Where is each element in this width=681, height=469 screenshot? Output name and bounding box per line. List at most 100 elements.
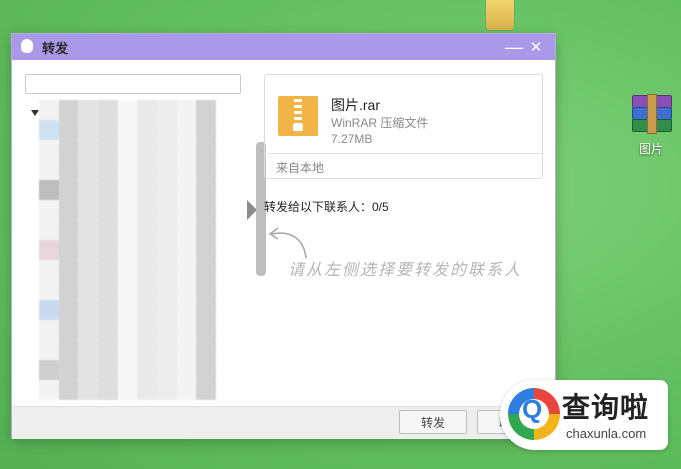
- blurred-contact-tile: [117, 300, 138, 320]
- blurred-contact-tile: [176, 160, 197, 180]
- close-button[interactable]: ✕: [525, 37, 547, 57]
- blurred-contact-tile: [58, 120, 79, 140]
- blurred-contact-tile: [156, 120, 177, 140]
- blurred-contact-tile: [137, 180, 157, 200]
- blurred-contact-tile: [176, 200, 197, 220]
- blurred-contact-tile: [156, 320, 177, 340]
- blurred-contact-tile: [78, 180, 98, 200]
- blurred-contact-tile: [196, 180, 216, 200]
- blurred-contact-tile: [58, 360, 79, 380]
- blurred-contact-tile: [117, 340, 138, 360]
- blurred-contact-tile: [39, 140, 59, 160]
- blurred-contact-tile: [78, 260, 98, 280]
- blurred-contact-tile: [58, 280, 79, 300]
- brand-name: 查询啦: [562, 392, 650, 423]
- blurred-contact-tile: [176, 340, 197, 360]
- blurred-contact-tile: [39, 120, 59, 140]
- blurred-contact-tile: [39, 100, 59, 120]
- blurred-contact-tile: [196, 380, 216, 400]
- blurred-contact-tile: [58, 140, 79, 160]
- blurred-contact-tile: [137, 340, 157, 360]
- blurred-contact-tile: [196, 300, 216, 320]
- blurred-contact-tile: [196, 340, 216, 360]
- blurred-contact-tile: [97, 360, 118, 380]
- blurred-contact-tile: [156, 300, 177, 320]
- blurred-contact-tile: [176, 140, 197, 160]
- blurred-contact-tile: [39, 380, 59, 400]
- blurred-contact-tile: [39, 280, 59, 300]
- blurred-contact-tile: [117, 220, 138, 240]
- blurred-contact-tile: [176, 300, 197, 320]
- blurred-contact-tile: [58, 200, 79, 220]
- logo-letter: Q: [522, 394, 543, 424]
- blurred-contact-tile: [196, 320, 216, 340]
- blurred-contact-tile: [137, 240, 157, 260]
- blurred-contact-tile: [196, 100, 216, 120]
- file-size: 7.27MB: [331, 132, 373, 146]
- winrar-archive-icon: [632, 94, 672, 134]
- blurred-contact-tile: [78, 280, 98, 300]
- forward-button[interactable]: 转发: [399, 410, 467, 434]
- blurred-contact-tile: [156, 100, 177, 120]
- title-bar[interactable]: 转发 — ✕: [12, 34, 555, 60]
- blurred-contact-tile: [156, 280, 177, 300]
- blurred-contact-tile: [39, 340, 59, 360]
- forward-recipient-count: 转发给以下联系人：0/5: [264, 200, 389, 214]
- expand-group-icon[interactable]: [31, 110, 39, 116]
- blurred-contact-tile: [78, 380, 98, 400]
- blurred-contact-tile: [117, 140, 138, 160]
- blurred-contact-tile: [137, 100, 157, 120]
- blurred-contact-tile: [97, 300, 118, 320]
- blurred-contact-tile: [97, 160, 118, 180]
- zip-file-icon: [278, 96, 318, 136]
- blurred-contact-tile: [137, 300, 157, 320]
- file-name: 图片.rar: [331, 97, 380, 113]
- blurred-contact-tile: [196, 360, 216, 380]
- forward-dialog: 转发 — ✕ 图片.rar WinRAR 压缩文件 7.27MB 来自本地 转发…: [12, 34, 555, 439]
- blurred-contact-tile: [97, 100, 118, 120]
- blurred-contact-tile: [58, 100, 79, 120]
- contact-list-blurred[interactable]: [39, 100, 216, 408]
- blurred-contact-tile: [176, 380, 197, 400]
- blurred-contact-tile: [39, 300, 59, 320]
- blurred-contact-tile: [196, 140, 216, 160]
- select-contact-hint: 请从左侧选择要转发的联系人: [288, 260, 523, 279]
- file-card: 图片.rar WinRAR 压缩文件 7.27MB 来自本地: [264, 74, 543, 179]
- blurred-contact-tile: [58, 180, 79, 200]
- minimize-button[interactable]: —: [503, 37, 525, 57]
- file-source: 来自本地: [276, 161, 325, 175]
- blurred-contact-tile: [137, 260, 157, 280]
- blurred-contact-tile: [97, 320, 118, 340]
- blurred-contact-tile: [196, 280, 216, 300]
- blurred-contact-tile: [196, 160, 216, 180]
- blurred-contact-tile: [78, 140, 98, 160]
- blurred-contact-tile: [78, 120, 98, 140]
- blurred-contact-tile: [58, 260, 79, 280]
- card-divider: [265, 153, 542, 154]
- blurred-contact-tile: [78, 340, 98, 360]
- blurred-contact-tile: [39, 200, 59, 220]
- blurred-contact-tile: [78, 300, 98, 320]
- blurred-contact-tile: [176, 260, 197, 280]
- blurred-contact-tile: [97, 380, 118, 400]
- blurred-contact-tile: [137, 320, 157, 340]
- blurred-contact-tile: [137, 160, 157, 180]
- blurred-contact-tile: [78, 160, 98, 180]
- desktop-file-label: 图片: [638, 142, 663, 156]
- blurred-contact-tile: [97, 340, 118, 360]
- blurred-contact-tile: [58, 240, 79, 260]
- blurred-contact-tile: [97, 220, 118, 240]
- file-type: WinRAR 压缩文件: [331, 116, 429, 130]
- blurred-contact-tile: [156, 340, 177, 360]
- desktop-folder-icon[interactable]: [486, 0, 514, 30]
- contact-search-input[interactable]: [25, 74, 241, 94]
- blurred-contact-tile: [39, 240, 59, 260]
- window-title: 转发: [42, 40, 69, 56]
- blurred-contact-tile: [137, 360, 157, 380]
- blurred-contact-tile: [117, 180, 138, 200]
- blurred-contact-tile: [117, 100, 138, 120]
- blurred-contact-tile: [176, 180, 197, 200]
- blurred-contact-tile: [196, 240, 216, 260]
- desktop-rar-file[interactable]: 图片: [628, 94, 674, 157]
- blurred-contact-tile: [58, 380, 79, 400]
